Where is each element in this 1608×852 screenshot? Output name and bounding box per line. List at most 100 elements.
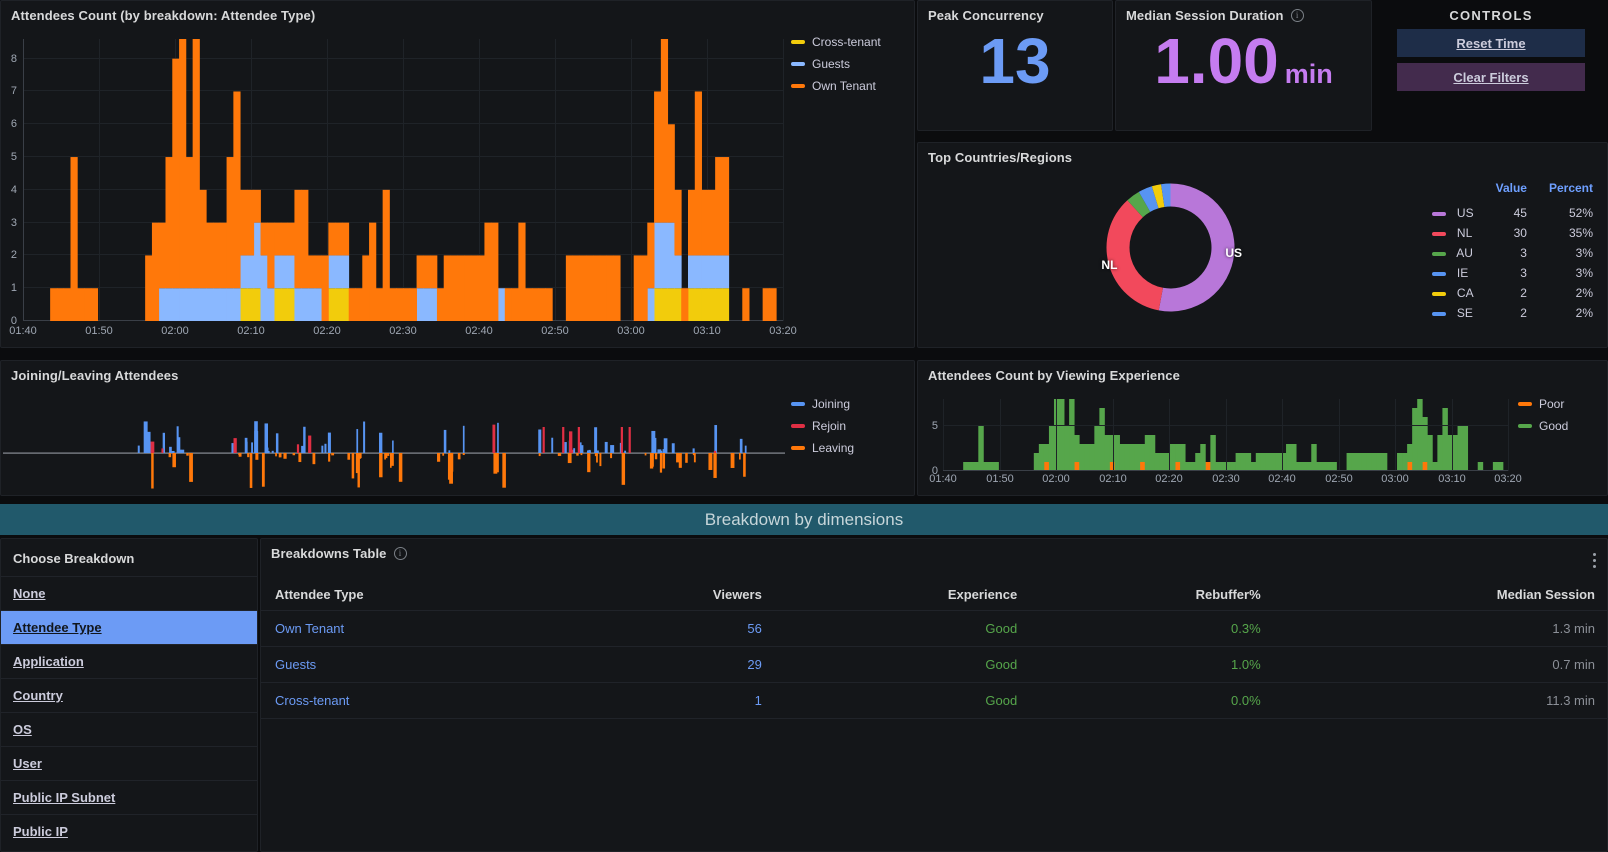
- legend-label: Guests: [812, 57, 851, 71]
- bar: [588, 449, 591, 453]
- table-row[interactable]: US 45 52%: [1426, 203, 1593, 223]
- breakdown-item-label: Attendee Type: [13, 620, 102, 635]
- attendee-type-cell[interactable]: Cross-tenant: [261, 682, 575, 719]
- legend-swatch-icon: [1431, 231, 1446, 236]
- breakdown-item-os[interactable]: OS: [1, 712, 257, 746]
- breakdowns-table-title: Breakdowns Table: [271, 546, 387, 561]
- donut-slice-nl[interactable]: [1106, 200, 1163, 311]
- column-header-rebuffer-[interactable]: Rebuffer%: [1029, 579, 1273, 611]
- clear-filters-button[interactable]: Clear Filters: [1397, 63, 1585, 91]
- bar: [151, 453, 154, 489]
- x-axis-tick: 02:20: [1155, 473, 1183, 485]
- joining-leaving-plot[interactable]: [3, 391, 785, 491]
- table-row[interactable]: IE 3 3%: [1426, 263, 1593, 283]
- country-percent: 52%: [1568, 206, 1593, 220]
- country-value: 3: [1520, 266, 1527, 280]
- breakdown-item-none[interactable]: None: [1, 576, 257, 610]
- bar: [390, 453, 392, 468]
- bar: [594, 427, 598, 453]
- countries-donut-chart[interactable]: US NL: [1098, 175, 1242, 320]
- bar: [730, 453, 735, 468]
- bar: [744, 445, 747, 453]
- bar: [384, 453, 388, 459]
- breakdown-item-user[interactable]: User: [1, 746, 257, 780]
- bar: [442, 453, 445, 456]
- table-body: Own Tenant 56 Good 0.3% 1.3 min Guests 29 Good 1…: [261, 610, 1607, 719]
- breakdown-item-label: Application: [13, 654, 84, 669]
- bar: [324, 443, 327, 453]
- donut-svg: [1106, 183, 1235, 312]
- bar: [363, 421, 366, 453]
- column-header: Percent: [1548, 181, 1593, 195]
- table-row[interactable]: SE 2 2%: [1426, 303, 1593, 323]
- attendees-count-title: Attendees Count (by breakdown: Attendee …: [11, 8, 316, 23]
- country-value: 30: [1513, 226, 1527, 240]
- breakdown-item-application[interactable]: Application: [1, 644, 257, 678]
- table-row[interactable]: Own Tenant 56 Good 0.3% 1.3 min: [261, 610, 1607, 647]
- legend-swatch-icon: [791, 402, 805, 406]
- table-row[interactable]: Guests 29 Good 1.0% 0.7 min: [261, 646, 1607, 683]
- legend-swatch-icon: [1431, 311, 1446, 316]
- legend-item-own-tenant[interactable]: Own Tenant: [791, 75, 881, 97]
- bar: [147, 431, 151, 453]
- legend-item-poor[interactable]: Poor: [1518, 393, 1568, 415]
- viewing-experience-plot[interactable]: [943, 390, 1509, 471]
- column-header-experience[interactable]: Experience: [773, 579, 1030, 611]
- x-axis-tick: 03:10: [693, 325, 721, 337]
- x-axis-tick: 01:40: [929, 473, 957, 485]
- column-header-viewers[interactable]: Viewers: [574, 579, 774, 611]
- table-row[interactable]: AU 3 3%: [1426, 243, 1593, 263]
- bar: [189, 453, 193, 482]
- legend-swatch-icon: [1431, 291, 1446, 296]
- table-row[interactable]: CA 2 2%: [1426, 283, 1593, 303]
- countries-legend-table: Value Percent US 45 52% NL 30 35% AU 3 3% IE 3 3%…: [1426, 181, 1593, 323]
- y-axis-tick: 5: [931, 420, 938, 432]
- x-axis-tick: 02:40: [1268, 473, 1296, 485]
- bar: [356, 429, 359, 453]
- country-percent: 35%: [1568, 226, 1593, 240]
- x-axis-tick: 02:20: [313, 325, 341, 337]
- breakdown-item-attendee-type[interactable]: Attendee Type: [1, 610, 257, 644]
- median-session-cell: 0.7 min: [1272, 646, 1607, 683]
- country-cell: AU: [1426, 243, 1474, 263]
- country-name: US: [1453, 206, 1474, 220]
- table-row[interactable]: Cross-tenant 1 Good 0.0% 11.3 min: [261, 682, 1607, 719]
- legend-item-rejoin[interactable]: Rejoin: [791, 415, 854, 437]
- legend-item-good[interactable]: Good: [1518, 415, 1568, 437]
- breakdown-item-public-ip[interactable]: Public IP: [1, 814, 257, 848]
- info-icon[interactable]: i: [1290, 9, 1304, 22]
- x-axis-tick: 02:10: [237, 325, 265, 337]
- country-value: 3: [1520, 246, 1527, 260]
- bar: [567, 453, 572, 464]
- column-header-attendee-type[interactable]: Attendee Type: [261, 579, 575, 611]
- reset-time-button[interactable]: Reset Time: [1397, 29, 1585, 57]
- breakdown-banner-label: Breakdown by dimensions: [704, 509, 904, 529]
- bar: [231, 443, 234, 453]
- bar: [143, 421, 148, 453]
- attendee-type-cell[interactable]: Own Tenant: [261, 610, 575, 647]
- breakdowns-table: Attendee Type Viewers Experience Rebuffer% M…: [261, 579, 1607, 719]
- attendee-type-cell[interactable]: Guests: [261, 646, 575, 683]
- bar: [457, 453, 461, 460]
- info-icon[interactable]: i: [393, 547, 407, 560]
- breakdown-row-banner[interactable]: Breakdown by dimensions: [0, 504, 1608, 535]
- legend-item-leaving[interactable]: Leaving: [791, 437, 854, 459]
- legend-item-joining[interactable]: Joining: [791, 393, 854, 415]
- bar: [249, 453, 253, 488]
- attendees-count-plot[interactable]: [23, 39, 784, 321]
- breakdown-item-country[interactable]: Country: [1, 678, 257, 712]
- legend-item-cross-tenant[interactable]: Cross-tenant: [791, 31, 881, 53]
- bar: [177, 437, 181, 453]
- panel-menu-icon[interactable]: [1585, 545, 1603, 575]
- bar: [275, 433, 279, 453]
- viewers-cell: 29: [574, 646, 774, 683]
- country-name: CA: [1453, 286, 1474, 300]
- column-header-median-session[interactable]: Median Session: [1272, 579, 1607, 611]
- legend-item-guests[interactable]: Guests: [791, 53, 881, 75]
- attendees-count-legend: Cross-tenant Guests Own Tenant: [791, 31, 881, 97]
- y-axis-tick: 5: [10, 151, 17, 164]
- breakdown-item-public-ip-subnet[interactable]: Public IP Subnet: [1, 780, 257, 814]
- legend-label: Cross-tenant: [812, 35, 881, 49]
- table-row[interactable]: NL 30 35%: [1426, 223, 1593, 243]
- bar: [538, 429, 542, 453]
